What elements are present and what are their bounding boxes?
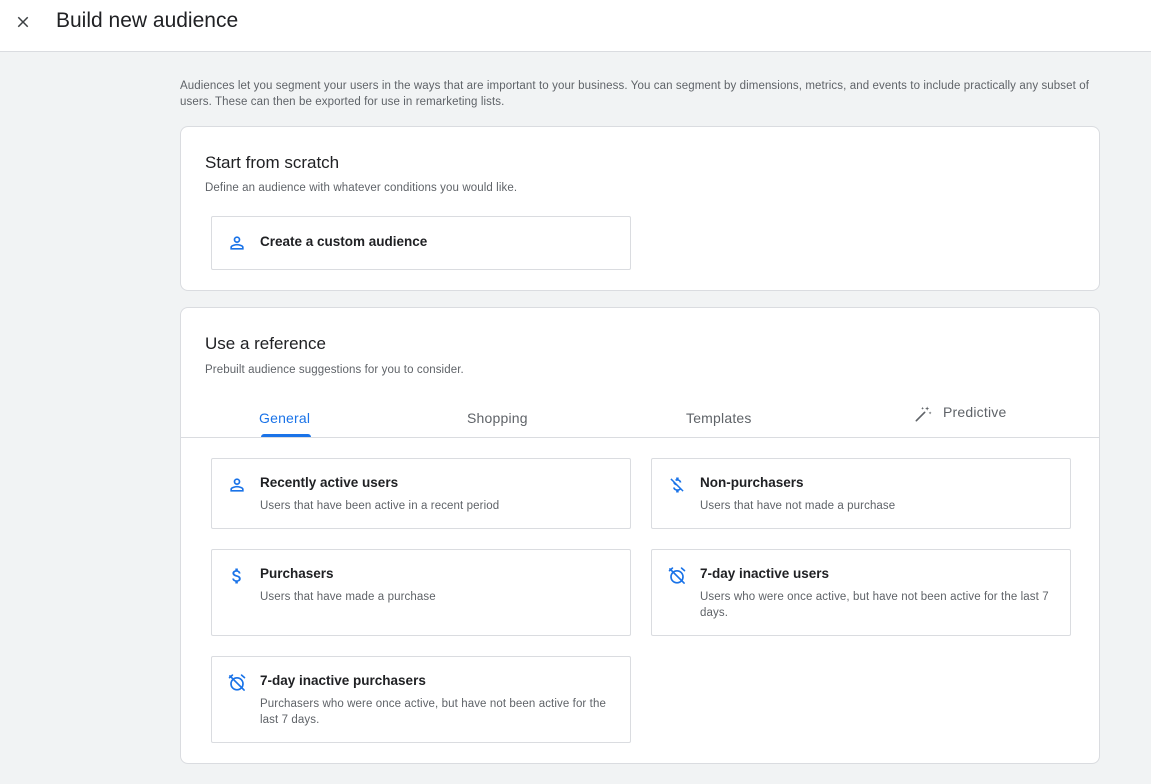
- option-description: Purchasers who were once active, but hav…: [260, 698, 606, 726]
- alarm-off-icon: [668, 567, 686, 584]
- money-off-icon: [670, 477, 684, 493]
- alarm-off-icon: [228, 674, 246, 691]
- close-icon: [17, 16, 29, 28]
- reference-subtitle: Prebuilt audience suggestions for you to…: [205, 364, 464, 376]
- page-title: Build new audience: [56, 9, 239, 32]
- person-icon: [230, 236, 244, 250]
- scratch-title: Start from scratch: [205, 153, 340, 172]
- dollar-icon: [232, 568, 241, 584]
- option-title: Non-purchasers: [700, 475, 804, 490]
- reference-title: Use a reference: [205, 334, 326, 353]
- tab-shopping[interactable]: Shopping: [467, 398, 528, 438]
- option-7-day-inactive-purchasers[interactable]: 7-day inactive purchasers Purchasers who…: [211, 656, 631, 743]
- person-icon: [230, 478, 244, 492]
- option-description: Users who were once active, but have not…: [700, 591, 1049, 619]
- option-recently-active-users[interactable]: Recently active users Users that have be…: [211, 458, 631, 529]
- tab-predictive[interactable]: Predictive: [913, 392, 1006, 432]
- intro-text: Audiences let you segment your users in …: [180, 80, 1090, 108]
- option-title: Purchasers: [260, 566, 334, 581]
- option-purchasers[interactable]: Purchasers Users that have made a purcha…: [211, 549, 631, 636]
- create-custom-audience-button[interactable]: Create a custom audience: [211, 216, 631, 270]
- magic-wand-icon: [915, 406, 932, 422]
- scratch-subtitle: Define an audience with whatever conditi…: [205, 182, 518, 194]
- option-title: 7-day inactive users: [700, 566, 830, 581]
- start-from-scratch-card: Start from scratch Define an audience wi…: [180, 126, 1100, 291]
- option-7-day-inactive-users[interactable]: 7-day inactive users Users who were once…: [651, 549, 1071, 636]
- tab-general[interactable]: General: [259, 398, 310, 438]
- option-non-purchasers[interactable]: Non-purchasers Users that have not made …: [651, 458, 1071, 529]
- custom-audience-label: Create a custom audience: [260, 234, 428, 249]
- option-description: Users that have not made a purchase: [700, 500, 896, 512]
- top-bar: Build new audience: [0, 0, 1151, 52]
- option-title: 7-day inactive purchasers: [260, 673, 426, 688]
- tab-templates[interactable]: Templates: [686, 398, 752, 438]
- reference-tabs: General Shopping Templates Predictive: [181, 398, 1099, 438]
- option-description: Users that have been active in a recent …: [260, 500, 500, 512]
- close-button[interactable]: [8, 7, 38, 37]
- option-description: Users that have made a purchase: [260, 591, 436, 603]
- use-a-reference-card: Use a reference Prebuilt audience sugges…: [180, 307, 1100, 764]
- tab-predictive-label: Predictive: [943, 404, 1007, 420]
- option-title: Recently active users: [260, 475, 399, 490]
- active-tab-indicator: [261, 434, 311, 437]
